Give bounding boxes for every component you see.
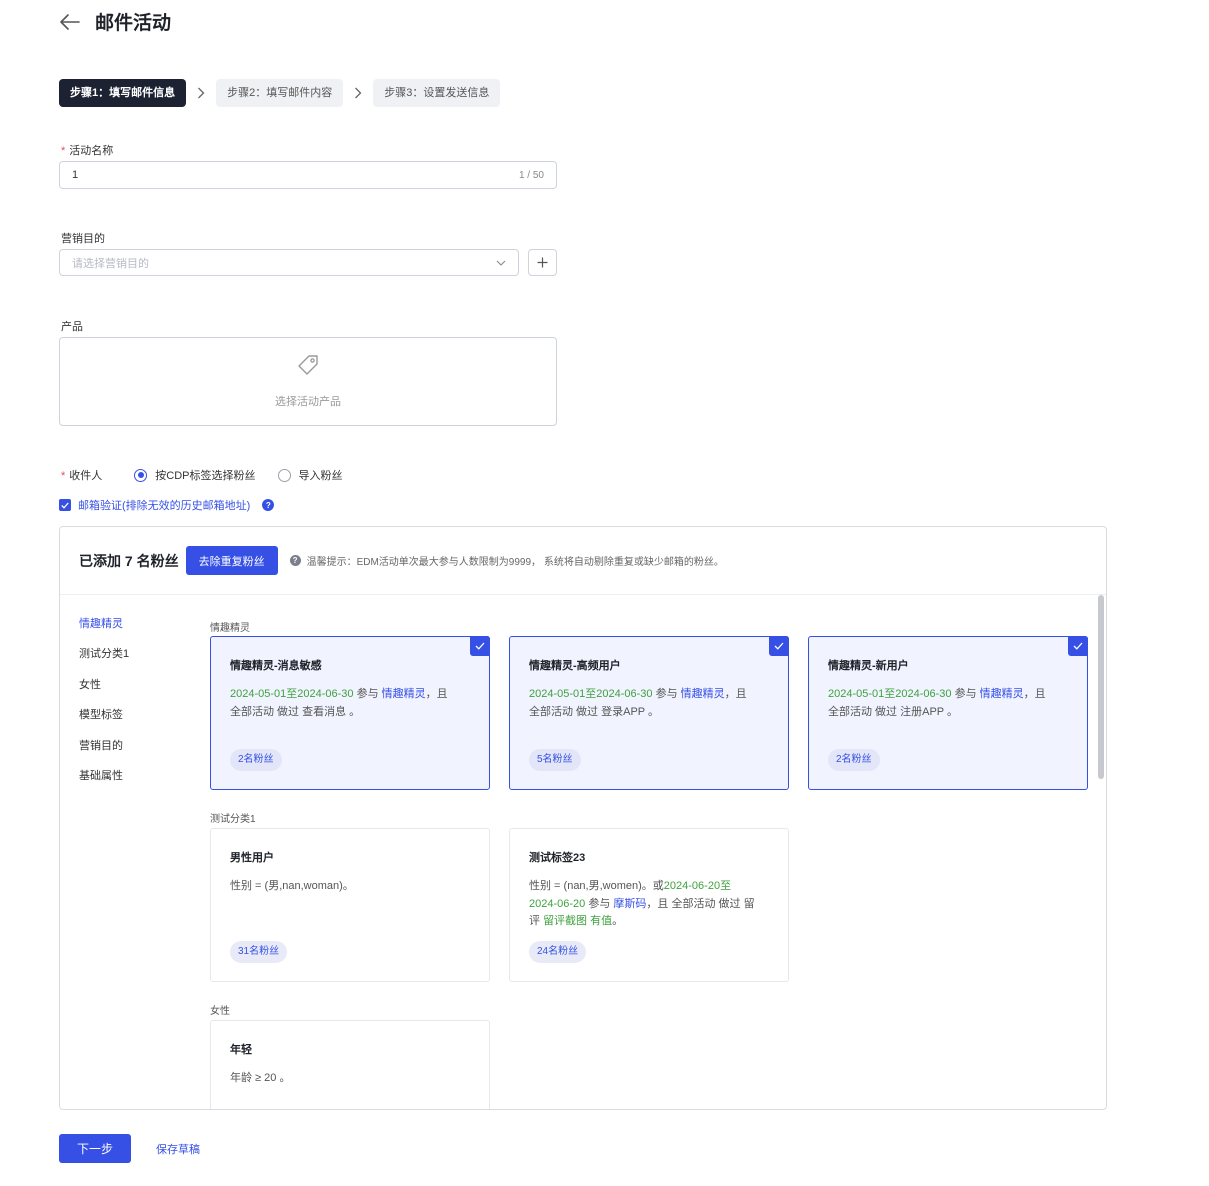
card-desc: 2024-05-01至2024-06-30 参与 情趣精灵，且 全部活动 做过 登…	[529, 688, 747, 718]
chevron-right-icon	[186, 87, 216, 99]
recipient-label: * 收件人	[61, 470, 103, 482]
fan-count-badge: 24名粉丝	[529, 941, 587, 963]
added-count: 已添加 7 名粉丝	[79, 552, 179, 569]
group-title: 测试分类1	[210, 814, 256, 825]
step-2[interactable]: 步骤2：填写邮件内容	[216, 79, 344, 107]
card-desc: 年龄 ≥ 20 。	[230, 1072, 291, 1084]
fan-count-badge: 5名粉丝	[529, 749, 581, 771]
nav-item-purpose[interactable]: 营销目的	[79, 737, 129, 767]
nav-item-basic[interactable]: 基础属性	[79, 767, 129, 797]
radio-import-fans[interactable]: 导入粉丝	[277, 467, 343, 483]
info-icon: ?	[289, 555, 301, 566]
category-nav: 情趣精灵 测试分类1 女性 模型标签 营销目的 基础属性	[79, 615, 129, 797]
email-verify-row: 邮箱验证(排除无效的历史邮箱地址) ?	[59, 497, 275, 513]
fans-panel: 已添加 7 名粉丝 去除重复粉丝 ? 温馨提示：EDM活动单次最大参与人数限制为…	[59, 526, 1107, 1110]
purpose-select[interactable]: 请选择营销目的	[59, 249, 519, 276]
add-purpose-button[interactable]	[528, 249, 557, 276]
card-title: 测试标签23	[529, 852, 586, 864]
step-bar: 步骤1：填写邮件信息 步骤2：填写邮件内容 步骤3：设置发送信息	[59, 79, 501, 107]
panel-header: 已添加 7 名粉丝 去除重复粉丝 ? 温馨提示：EDM活动单次最大参与人数限制为…	[60, 527, 1106, 595]
activity-name-value: 1	[72, 169, 79, 181]
page-title: 邮件活动	[95, 13, 172, 34]
next-step-button[interactable]: 下一步	[59, 1134, 131, 1163]
product-label: 产品	[61, 321, 83, 333]
radio-cdp-label: 按CDP标签选择粉丝	[155, 470, 256, 482]
tag-card-message-sensitive[interactable]: 情趣精灵-消息敏感 2024-05-01至2024-06-30 参与 情趣精灵，…	[210, 636, 490, 790]
fan-count-badge: 31名粉丝	[230, 941, 288, 963]
recipient-row: * 收件人 按CDP标签选择粉丝 导入粉丝	[61, 467, 343, 483]
email-verify-label: 邮箱验证(排除无效的历史邮箱地址)	[78, 500, 251, 512]
check-icon	[61, 502, 69, 509]
chevron-right-icon	[343, 87, 373, 99]
tag-icon	[296, 354, 320, 383]
check-icon	[769, 636, 789, 656]
chevron-down-icon	[496, 257, 506, 269]
card-desc: 性别 = (nan,男,women)。或2024-06-20至 2024-06-2…	[529, 880, 755, 927]
radio-import-label: 导入粉丝	[298, 470, 343, 482]
nav-item-test1[interactable]: 测试分类1	[79, 645, 129, 675]
card-title: 男性用户	[230, 852, 274, 864]
radio-cdp-tags[interactable]: 按CDP标签选择粉丝	[134, 467, 256, 483]
product-selector[interactable]: 选择活动产品	[59, 337, 557, 426]
tag-card-male-users[interactable]: 男性用户 性别 = (男,nan,woman)。 31名粉丝	[210, 828, 490, 982]
char-count: 1 / 50	[518, 169, 544, 181]
tag-content: 情趣精灵 情趣精灵-消息敏感 2024-05-01至2024-06-30 参与 …	[210, 595, 1100, 1109]
tag-card-high-frequency[interactable]: 情趣精灵-高频用户 2024-05-01至2024-06-30 参与 情趣精灵，…	[509, 636, 789, 790]
fan-count-badge: 2名粉丝	[828, 749, 880, 771]
purpose-placeholder: 请选择营销目的	[72, 257, 149, 270]
step-1[interactable]: 步骤1：填写邮件信息	[59, 79, 187, 107]
card-title: 情趣精灵-高频用户	[529, 660, 621, 672]
card-desc: 2024-05-01至2024-06-30 参与 情趣精灵，且 全部活动 做过 注…	[828, 688, 1046, 718]
card-desc: 性别 = (男,nan,woman)。	[230, 880, 354, 892]
nav-item-female[interactable]: 女性	[79, 676, 129, 706]
card-title: 情趣精灵-消息敏感	[230, 660, 322, 672]
card-title: 情趣精灵-新用户	[828, 660, 909, 672]
email-verify-checkbox[interactable]	[59, 499, 71, 511]
check-icon	[1068, 636, 1088, 656]
tag-card-young[interactable]: 年轻 年龄 ≥ 20 。	[210, 1020, 490, 1109]
step-3[interactable]: 步骤3：设置发送信息	[373, 79, 501, 107]
back-arrow-icon[interactable]	[59, 11, 81, 33]
content-scrollbar[interactable]	[1098, 595, 1104, 779]
tip: ? 温馨提示：EDM活动单次最大参与人数限制为9999， 系统将自动剔除重复或缺…	[289, 553, 724, 568]
tip-text: 温馨提示：EDM活动单次最大参与人数限制为9999， 系统将自动剔除重复或缺少邮…	[306, 557, 724, 568]
card-title: 年轻	[230, 1044, 252, 1056]
plus-icon	[537, 257, 548, 268]
group-title: 情趣精灵	[210, 623, 250, 634]
save-draft-link[interactable]: 保存草稿	[156, 1141, 200, 1157]
help-icon[interactable]: ?	[262, 499, 275, 511]
fan-count-badge: 2名粉丝	[230, 749, 282, 771]
group-title: 女性	[210, 1006, 230, 1017]
purpose-label: 营销目的	[61, 233, 105, 245]
tag-card-test-23[interactable]: 测试标签23 性别 = (nan,男,women)。或2024-06-20至 20…	[509, 828, 789, 982]
card-desc: 2024-05-01至2024-06-30 参与 情趣精灵，且 全部活动 做过 查…	[230, 688, 448, 718]
page-header: 邮件活动	[59, 8, 171, 35]
nav-item-qingqu[interactable]: 情趣精灵	[79, 615, 129, 645]
activity-name-input[interactable]: 1 1 / 50	[59, 161, 557, 189]
nav-item-model-tags[interactable]: 模型标签	[79, 706, 129, 736]
dedupe-button[interactable]: 去除重复粉丝	[185, 546, 278, 575]
product-placeholder: 选择活动产品	[275, 396, 341, 408]
tag-card-new-user[interactable]: 情趣精灵-新用户 2024-05-01至2024-06-30 参与 情趣精灵，且…	[808, 636, 1088, 790]
radio-unchecked-icon	[277, 468, 291, 482]
check-icon	[470, 636, 490, 656]
activity-name-label: * 活动名称	[61, 145, 114, 157]
radio-checked-icon	[134, 468, 148, 482]
